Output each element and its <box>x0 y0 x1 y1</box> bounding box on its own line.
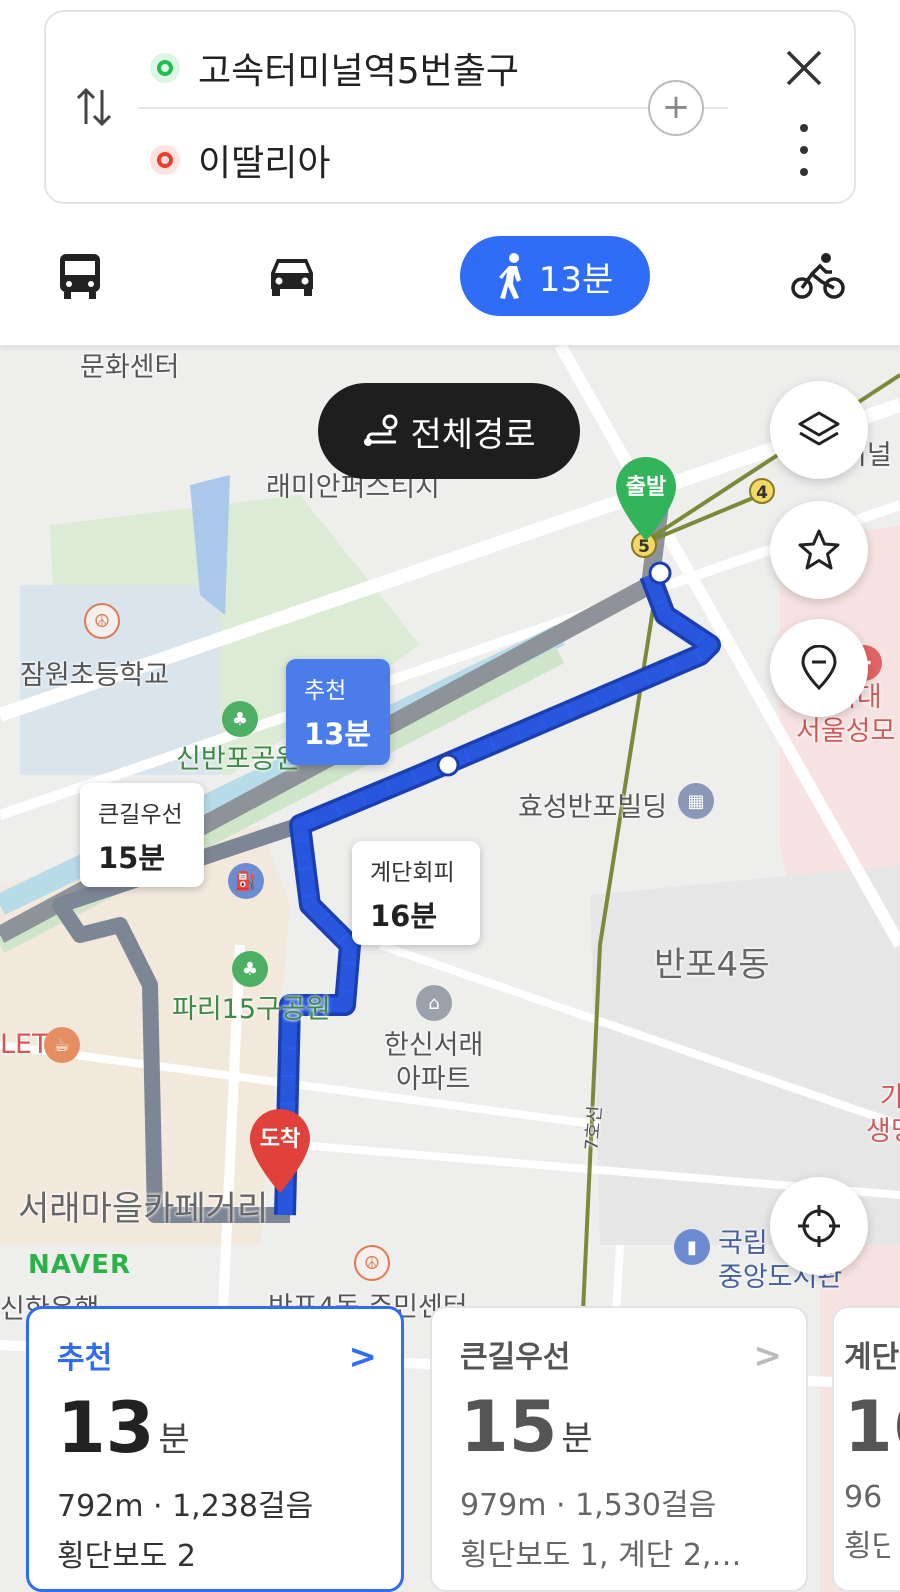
full-route-label: 전체경로 <box>410 414 536 455</box>
route-card-crossings: 횡단보도 2 <box>57 1539 197 1574</box>
callout-title: 계단회피 <box>370 860 455 886</box>
svg-text:4: 4 <box>756 483 768 503</box>
route-card-name: 추천 <box>57 1341 113 1376</box>
map-label: LET <box>0 1029 49 1060</box>
park-icon: ♣ <box>232 951 268 987</box>
cafe-icon: ☕ <box>44 1027 80 1063</box>
chevron-right-icon: > <box>753 1336 783 1376</box>
callout-time: 16분 <box>370 899 438 933</box>
park-icon: ♣ <box>222 701 258 737</box>
map-label: 잠원초등학교 <box>20 660 170 691</box>
route-card-crossings: 횡단보도 1, 계단 2,… <box>460 1538 742 1573</box>
end-point-label: 이딸리아 <box>198 143 331 184</box>
chevron-right-icon: > <box>348 1337 378 1377</box>
tab-bike[interactable] <box>788 236 848 316</box>
end-dot-icon <box>150 145 180 175</box>
layers-icon <box>798 411 840 446</box>
start-point-field[interactable]: 고속터미널역5번출구 <box>150 42 519 94</box>
route-card-name: 큰길우선 <box>460 1340 571 1375</box>
route-card-time: 13 분 <box>57 1393 373 1463</box>
route-card-name: 계단 <box>844 1340 900 1375</box>
route-card-minutes: 15 <box>460 1386 558 1468</box>
full-route-button[interactable]: 전체경로 <box>318 383 580 479</box>
route-card-unit: 분 <box>561 1419 593 1459</box>
map-label: 아파트 <box>396 1064 471 1095</box>
apartment-icon: ⌂ <box>416 985 452 1021</box>
start-dot-icon <box>150 53 180 83</box>
route-card-main-road[interactable]: 큰길우선 > 15 분 979m · 1,530걸음 횡단보도 1, 계단 2,… <box>430 1306 808 1592</box>
school-icon: ☮ <box>84 603 120 639</box>
start-pin[interactable]: 출발 <box>612 455 680 543</box>
tab-walk[interactable]: 13분 <box>460 236 650 316</box>
route-card-minutes: 13 <box>57 1387 155 1469</box>
map-label: 문화센터 <box>80 352 180 383</box>
route-callout-main-road[interactable]: 큰길우선 15분 <box>80 783 204 887</box>
end-point-field[interactable]: 이딸리아 <box>150 134 330 186</box>
route-options: 추천 > 13 분 792m · 1,238걸음 횡단보도 2 큰길우선 > 1… <box>0 1306 900 1592</box>
route-card-recommended[interactable]: 추천 > 13 분 792m · 1,238걸음 횡단보도 2 <box>26 1306 404 1592</box>
favorite-button[interactable] <box>770 501 868 599</box>
close-icon[interactable] <box>782 46 826 90</box>
callout-title: 큰길우선 <box>98 802 183 828</box>
route-callout-avoid-stairs[interactable]: 계단회피 16분 <box>352 841 480 945</box>
end-pin[interactable]: 도착 <box>246 1107 314 1195</box>
add-waypoint-button[interactable]: + <box>648 80 704 136</box>
route-card-minutes: 16 <box>844 1386 900 1468</box>
swap-route-icon[interactable] <box>74 82 114 132</box>
walk-time: 13분 <box>538 259 614 300</box>
route-card-unit: 분 <box>158 1420 190 1460</box>
crosshair-icon <box>798 1205 840 1247</box>
callout-title: 추천 <box>304 678 347 704</box>
layers-button[interactable] <box>770 381 868 479</box>
map-label: 서래마을카페거리 <box>18 1189 269 1229</box>
end-pin-label: 도착 <box>259 1127 301 1152</box>
more-options-icon[interactable] <box>796 122 812 178</box>
tab-transit[interactable] <box>50 236 110 316</box>
start-point-label: 고속터미널역5번출구 <box>198 51 519 92</box>
route-card-time: 16 <box>844 1392 900 1462</box>
map-label: 반포4동 <box>654 945 770 985</box>
star-icon <box>798 529 840 570</box>
library-icon: ▮ <box>674 1229 710 1265</box>
route-card-distance: 96 <box>844 1480 883 1515</box>
route-divider <box>138 107 728 109</box>
naver-logo: NAVER <box>28 1250 132 1280</box>
map-label: 7호선 <box>581 1105 607 1152</box>
route-callout-recommended[interactable]: 추천 13분 <box>286 659 390 765</box>
bus-icon <box>60 254 100 299</box>
pin-icon <box>801 645 837 691</box>
route-card-time: 15 분 <box>460 1392 778 1462</box>
map-label: 효성반포빌딩 <box>518 792 668 823</box>
walk-icon <box>498 253 521 299</box>
map-label: 신반포공원 <box>176 744 301 775</box>
route-card-avoid-stairs[interactable]: 계단 16 96 횡단 <box>832 1306 900 1592</box>
route-card-distance: 979m · 1,530걸음 <box>460 1488 717 1523</box>
transport-mode-tabs: 13분 <box>0 236 900 316</box>
building-icon: ▦ <box>678 783 714 819</box>
car-icon <box>271 259 313 296</box>
map-label: 파리15구공원 <box>172 994 331 1025</box>
location-pin-button[interactable] <box>770 619 868 717</box>
route-card-distance: 792m · 1,238걸음 <box>57 1489 314 1524</box>
header: 고속터미널역5번출구 이딸리아 + 13분 <box>0 0 900 345</box>
start-pin-label: 출발 <box>625 475 667 500</box>
community-center-icon: ☮ <box>354 1245 390 1281</box>
map-label: 생명 <box>866 1116 900 1147</box>
callout-time: 15분 <box>98 841 166 875</box>
route-card-crossings: 횡단 <box>844 1529 890 1564</box>
current-location-button[interactable] <box>770 1177 868 1275</box>
bike-icon <box>791 253 845 299</box>
route-input-box: 고속터미널역5번출구 이딸리아 + <box>44 10 856 204</box>
tab-car[interactable] <box>262 236 322 316</box>
gas-station-icon: ⛽ <box>228 863 264 899</box>
callout-time: 13분 <box>304 717 372 751</box>
route-icon <box>364 414 398 446</box>
